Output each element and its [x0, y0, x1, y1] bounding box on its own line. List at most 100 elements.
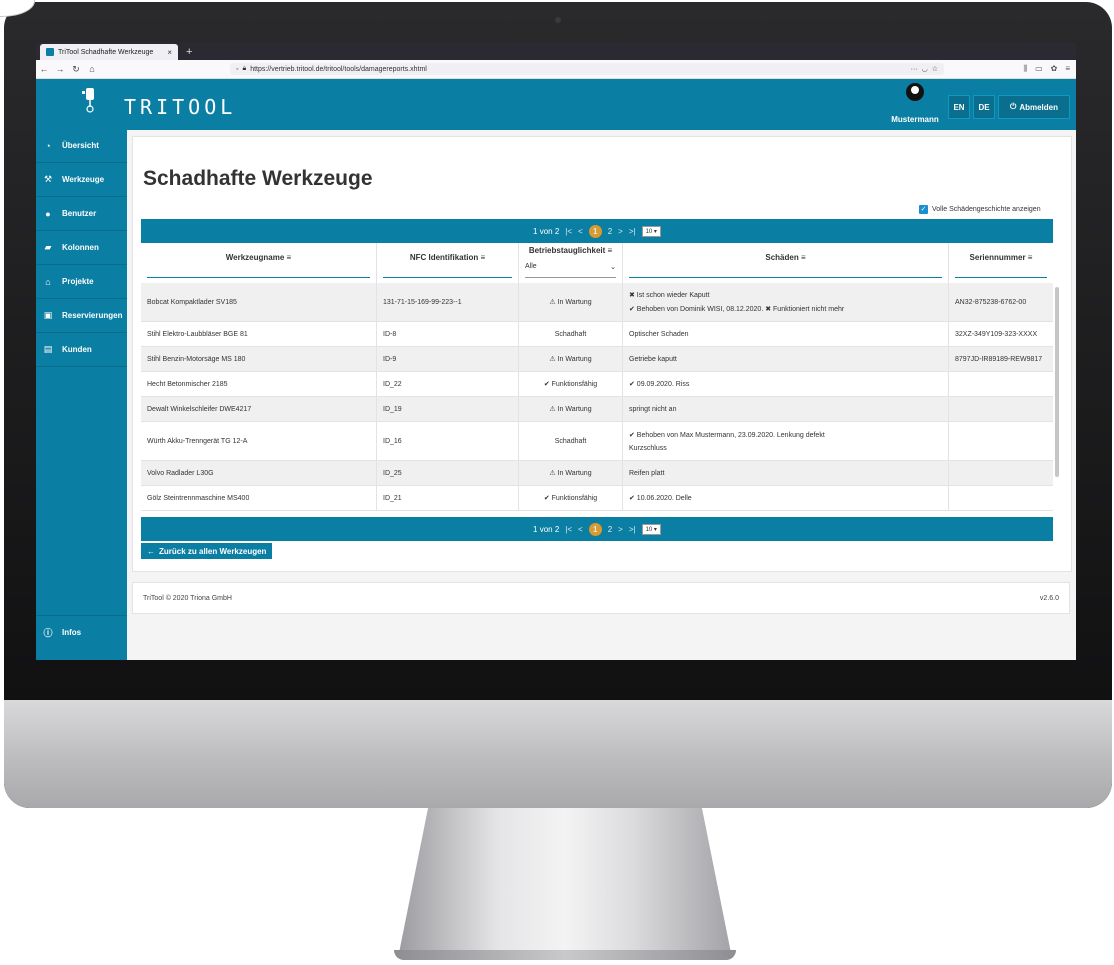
- cell-nfc: ID_19: [377, 397, 519, 421]
- last-page-button[interactable]: >|: [629, 227, 636, 236]
- sort-icon[interactable]: ≡: [481, 253, 486, 262]
- bookmark-star-icon[interactable]: ☆: [932, 65, 938, 73]
- status-filter-select[interactable]: Alle ⌄: [525, 263, 616, 278]
- table-row[interactable]: Stihl Benzin-Motorsäge MS 180 ID-9 ⚠ In …: [141, 347, 1053, 372]
- sidebar-item-label: Infos: [62, 628, 82, 637]
- sort-icon[interactable]: ≡: [801, 253, 806, 262]
- name-filter-input[interactable]: [147, 276, 370, 278]
- table-row[interactable]: Stihl Elektro-Laubbläser BGE 81 ID-8 Sch…: [141, 322, 1053, 347]
- app-header: TRITOOL Mustermann EN DE ⏻ Abmelden: [36, 79, 1076, 130]
- sidebar-item-benutzer[interactable]: ● Benutzer: [36, 197, 127, 231]
- sidebar-item-label: Werkzeuge: [62, 175, 105, 184]
- cell-damage: springt nicht an: [623, 397, 949, 421]
- page-title: Schadhafte Werkzeuge: [143, 167, 373, 190]
- back-to-tools-button[interactable]: ← Zurück zu allen Werkzeugen: [141, 543, 273, 559]
- column-schaeden[interactable]: Schäden ≡: [623, 243, 949, 283]
- table-row[interactable]: Würth Akku-Trenngerät TG 12-A ID_16 Scha…: [141, 422, 1053, 461]
- menu-icon[interactable]: ≡: [1065, 64, 1070, 74]
- column-label: Schäden: [765, 253, 799, 262]
- last-page-button[interactable]: >|: [629, 525, 636, 534]
- rows-per-page-value: 10: [645, 228, 653, 235]
- sidebar-item-projekte[interactable]: ⌂ Projekte: [36, 265, 127, 299]
- cell-status: ⚠ In Wartung: [519, 347, 623, 371]
- next-page-button[interactable]: >: [618, 525, 623, 534]
- checkbox-checked-icon[interactable]: ✓: [919, 205, 928, 214]
- paginator-bottom: 1 von 2 |< < 1 2 > >| 10 ▾: [141, 517, 1053, 541]
- lang-de-button[interactable]: DE: [973, 95, 995, 119]
- page-1-button[interactable]: 1: [588, 224, 602, 238]
- sidebar-icon[interactable]: ▭: [1035, 64, 1043, 74]
- column-label: NFC Identifikation: [409, 253, 479, 262]
- sort-icon[interactable]: ≡: [1028, 253, 1033, 262]
- sidebar-item-label: Projekte: [62, 277, 94, 286]
- rows-per-page-select[interactable]: 10 ▾: [641, 523, 661, 535]
- forward-arrow-icon[interactable]: →: [52, 64, 68, 74]
- prev-page-button[interactable]: <: [578, 525, 583, 534]
- page-1-button[interactable]: 1: [588, 522, 602, 536]
- damage-filter-input[interactable]: [629, 276, 942, 278]
- cell-name: Würth Akku-Trenngerät TG 12-A: [141, 422, 377, 460]
- table-row[interactable]: Gölz Steintrennmaschine MS400 ID_21 ✔ Fu…: [141, 486, 1053, 511]
- back-arrow-icon[interactable]: ←: [36, 64, 52, 74]
- cell-name: Stihl Elektro-Laubbläser BGE 81: [141, 322, 377, 346]
- cell-nfc: ID_25: [377, 461, 519, 485]
- sort-icon[interactable]: ≡: [287, 253, 292, 262]
- cell-serial: [949, 422, 1053, 460]
- table-row[interactable]: Dewalt Winkelschleifer DWE4217 ID_19 ⚠ I…: [141, 397, 1053, 422]
- sidebar-item-uebersicht[interactable]: ◔ Übersicht: [36, 129, 127, 163]
- first-page-button[interactable]: |<: [565, 525, 572, 534]
- page-2-button[interactable]: 2: [608, 227, 612, 236]
- serial-filter-input[interactable]: [955, 276, 1047, 278]
- sidebar-item-label: Reservierungen: [62, 311, 123, 320]
- table-row[interactable]: Hecht Betonmischer 2185 ID_22 ✔ Funktion…: [141, 372, 1053, 397]
- cell-damage: ✔ 10.06.2020. Delle: [623, 486, 949, 510]
- sidebar-item-reservierungen[interactable]: ▣ Reservierungen: [36, 299, 127, 333]
- page-2-button[interactable]: 2: [608, 525, 612, 534]
- cell-damage: ✔ Behoben von Max Mustermann, 23.09.2020…: [623, 422, 949, 460]
- column-werkzeugname[interactable]: Werkzeugname ≡: [141, 243, 377, 283]
- user-menu[interactable]: Mustermann: [890, 83, 940, 124]
- library-icon[interactable]: ⫼: [1023, 64, 1027, 74]
- page-count: 1 von 2: [533, 524, 560, 534]
- nfc-filter-input[interactable]: [383, 276, 512, 278]
- column-label: Werkzeugname: [225, 253, 285, 262]
- cell-serial: 8797JD-IR89189-REW9817: [955, 355, 1043, 363]
- pocket-icon[interactable]: ◡: [922, 65, 928, 73]
- close-tab-icon[interactable]: ×: [167, 48, 172, 57]
- address-bar[interactable]: ◦ 🔒︎ https://vertrieb.tritool.de/tritool…: [230, 63, 944, 75]
- reload-icon[interactable]: ↻: [68, 64, 84, 75]
- page-actions-icon[interactable]: ···: [911, 66, 918, 73]
- table-row[interactable]: Volvo Radlader L30G ID_25 ⚠ In Wartung R…: [141, 461, 1053, 486]
- column-seriennummer[interactable]: Seriennummer ≡: [949, 243, 1053, 283]
- browser-tab[interactable]: TriTool Schadhafte Werkzeuge ×: [40, 44, 178, 60]
- cell-serial: [949, 397, 1053, 421]
- full-history-toggle[interactable]: ✓ Volle Schädengeschichte anzeigen: [919, 205, 1041, 214]
- column-nfc[interactable]: NFC Identifikation ≡: [377, 243, 519, 283]
- new-tab-button[interactable]: +: [186, 46, 192, 58]
- cell-damage: Optischer Schaden: [623, 322, 949, 346]
- sidebar-item-label: Kolonnen: [62, 243, 99, 252]
- table-row[interactable]: Bobcat Kompaktlader SV185 131-71-15-169-…: [141, 283, 1053, 322]
- sidebar-item-infos[interactable]: ⓘ Infos: [36, 615, 127, 649]
- sort-icon[interactable]: ≡: [608, 246, 613, 255]
- sidebar-item-kunden[interactable]: ▤ Kunden: [36, 333, 127, 367]
- sidebar-item-kolonnen[interactable]: ▰ Kolonnen: [36, 231, 127, 265]
- rows-per-page-select[interactable]: 10 ▾: [641, 225, 661, 237]
- next-page-button[interactable]: >: [618, 227, 623, 236]
- home-icon[interactable]: ⌂: [84, 64, 100, 74]
- cell-damage: ✔ 09.09.2020. Riss: [623, 372, 949, 396]
- logout-button[interactable]: ⏻ Abmelden: [998, 95, 1070, 119]
- table-scrollbar[interactable]: [1055, 287, 1059, 477]
- sidebar-item-werkzeuge[interactable]: ⚒ Werkzeuge: [36, 163, 127, 197]
- footer: TriTool © 2020 Triona GmbH v2.6.0: [132, 582, 1070, 614]
- first-page-button[interactable]: |<: [565, 227, 572, 236]
- monitor-stand: [398, 808, 732, 958]
- brand-name: TRITOOL: [124, 95, 237, 119]
- extension-icon[interactable]: ✿: [1051, 64, 1058, 74]
- cell-name: Volvo Radlader L30G: [141, 461, 377, 485]
- prev-page-button[interactable]: <: [578, 227, 583, 236]
- column-status[interactable]: Betriebstauglichkeit ≡ Alle ⌄: [519, 243, 623, 283]
- lang-en-button[interactable]: EN: [948, 95, 970, 119]
- cell-serial: [949, 486, 1053, 510]
- cell-serial: AN32-875238-6762-00: [955, 298, 1027, 306]
